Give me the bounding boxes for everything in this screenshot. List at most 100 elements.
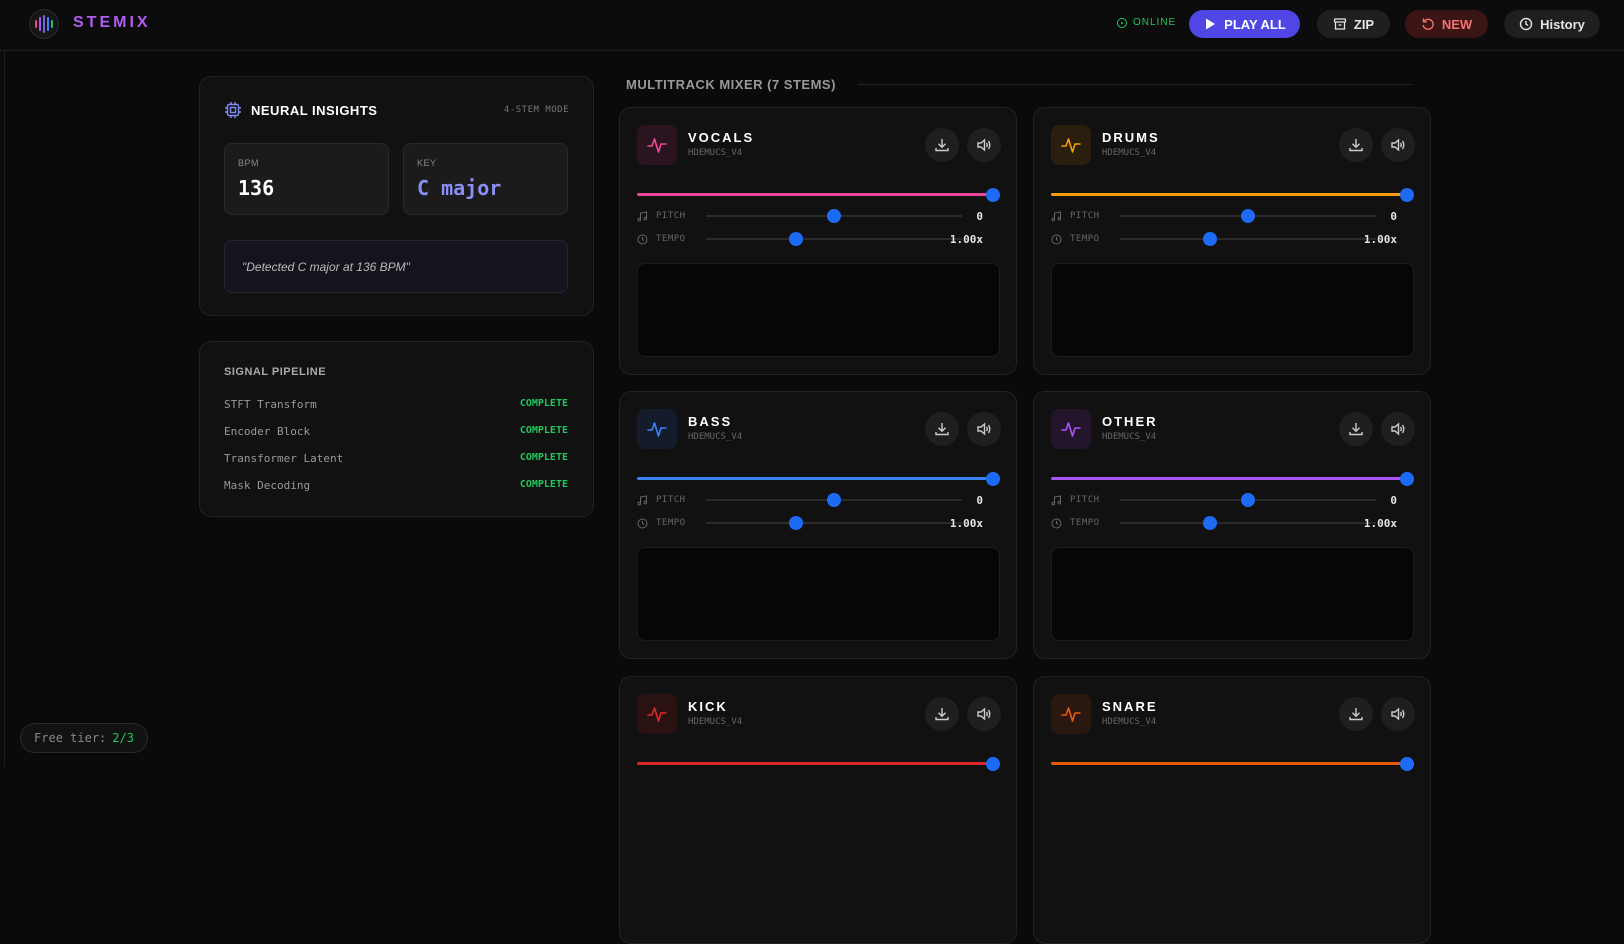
tempo-knob[interactable] — [788, 516, 803, 530]
bpm-label: BPM — [238, 158, 260, 168]
mute-button[interactable] — [1381, 128, 1415, 162]
mute-button[interactable] — [967, 412, 1001, 446]
play-all-button[interactable]: PLAY ALL — [1189, 10, 1300, 38]
download-button[interactable] — [1339, 128, 1373, 162]
stem-model: HDEMUCS_V4 — [688, 432, 743, 442]
volume-knob[interactable] — [1400, 188, 1414, 202]
waveform-icon — [1051, 694, 1091, 734]
tempo-knob[interactable] — [1202, 232, 1217, 246]
pitch-value: 0 — [976, 493, 983, 507]
zip-label: ZIP — [1353, 16, 1375, 32]
tempo-value: 1.00x — [949, 232, 983, 246]
zip-button[interactable]: ZIP — [1317, 10, 1390, 38]
tempo-knob[interactable] — [788, 232, 803, 246]
pitch-knob[interactable] — [1241, 493, 1255, 507]
mixer-divider — [857, 83, 1412, 85]
pitch-knob[interactable] — [827, 209, 841, 223]
volume-slider[interactable] — [637, 477, 993, 480]
download-icon — [934, 421, 950, 437]
pipeline-step: Transformer Latent COMPLETE — [224, 452, 568, 465]
history-label: History — [1540, 16, 1585, 32]
key-card: KEY C major — [403, 143, 568, 215]
neural-insights-panel: NEURAL INSIGHTS 4-STEM MODE BPM 136 KEY … — [199, 76, 594, 316]
waveform-display[interactable] — [637, 547, 1000, 641]
pitch-value: 0 — [1390, 209, 1397, 223]
step-status: COMPLETE — [519, 425, 568, 436]
volume-slider[interactable] — [1051, 762, 1407, 765]
bpm-card: BPM 136 — [224, 143, 389, 215]
reset-icon — [1422, 18, 1434, 30]
clock-icon — [1051, 234, 1070, 245]
volume-knob[interactable] — [986, 472, 1000, 486]
mute-button[interactable] — [967, 697, 1001, 731]
tempo-control: TEMPO 1.00x — [1051, 232, 1414, 246]
play-all-label: PLAY ALL — [1224, 16, 1286, 32]
cpu-icon — [225, 102, 241, 118]
tempo-slider[interactable] — [706, 516, 962, 530]
app-header: STEMIX ONLINE PLAY ALL ZIP NEW History — [0, 0, 1624, 51]
music-note-icon — [1051, 210, 1070, 222]
waveform-display[interactable] — [1051, 547, 1414, 641]
music-note-icon — [1051, 494, 1070, 506]
volume-slider[interactable] — [1051, 477, 1407, 480]
bpm-value: 136 — [238, 176, 275, 200]
stem-model: HDEMUCS_V4 — [1102, 432, 1157, 442]
download-button[interactable] — [925, 128, 959, 162]
stem-name: KICK — [688, 699, 728, 714]
insights-header: NEURAL INSIGHTS — [224, 101, 377, 119]
tempo-control: TEMPO 1.00x — [637, 516, 1000, 530]
tempo-slider[interactable] — [1120, 516, 1376, 530]
tempo-slider[interactable] — [706, 232, 962, 246]
pitch-slider[interactable] — [1120, 493, 1376, 507]
pitch-label: PITCH — [656, 211, 686, 221]
stem-name: OTHER — [1102, 414, 1158, 429]
stem-card: VOCALS HDEMUCS_V4 PITCH 0 TEMPO 1.00x — [619, 107, 1017, 375]
download-icon — [934, 706, 950, 722]
pitch-slider[interactable] — [706, 209, 962, 223]
download-button[interactable] — [1339, 412, 1373, 446]
pitch-knob[interactable] — [827, 493, 841, 507]
pitch-label: PITCH — [1070, 495, 1100, 505]
mute-button[interactable] — [1381, 412, 1415, 446]
download-button[interactable] — [925, 697, 959, 731]
brand-name: STEMIX — [73, 14, 151, 31]
mute-button[interactable] — [967, 128, 1001, 162]
mute-button[interactable] — [1381, 697, 1415, 731]
stem-card: KICK HDEMUCS_V4 — [619, 676, 1017, 944]
key-value: C major — [417, 176, 502, 200]
history-button[interactable]: History — [1504, 10, 1600, 38]
stem-model: HDEMUCS_V4 — [1102, 148, 1157, 158]
volume-knob[interactable] — [1400, 757, 1414, 771]
download-button[interactable] — [1339, 697, 1373, 731]
step-status: COMPLETE — [519, 479, 568, 490]
tempo-label: TEMPO — [1070, 518, 1100, 528]
volume-knob[interactable] — [1400, 472, 1414, 486]
stem-name: VOCALS — [688, 130, 755, 145]
new-button[interactable]: NEW — [1405, 10, 1488, 38]
download-icon — [934, 137, 950, 153]
volume-knob[interactable] — [986, 757, 1000, 771]
volume-slider[interactable] — [1051, 193, 1407, 196]
tempo-knob[interactable] — [1202, 516, 1217, 530]
pitch-knob[interactable] — [1241, 209, 1255, 223]
pitch-slider[interactable] — [1120, 209, 1376, 223]
download-button[interactable] — [925, 412, 959, 446]
tempo-label: TEMPO — [1070, 234, 1100, 244]
pipeline-step: Encoder Block COMPLETE — [224, 425, 568, 438]
waveform-icon — [1051, 409, 1091, 449]
step-name: Transformer Latent — [224, 452, 344, 465]
stem-name: SNARE — [1102, 699, 1158, 714]
tempo-control: TEMPO 1.00x — [637, 232, 1000, 246]
pitch-value: 0 — [976, 209, 983, 223]
waveform-display[interactable] — [1051, 263, 1414, 357]
stem-model: HDEMUCS_V4 — [688, 717, 743, 727]
pipeline-step: STFT Transform COMPLETE — [224, 398, 568, 411]
tempo-value: 1.00x — [1363, 232, 1397, 246]
volume-slider[interactable] — [637, 193, 993, 196]
waveform-display[interactable] — [637, 263, 1000, 357]
volume-knob[interactable] — [986, 188, 1000, 202]
pitch-slider[interactable] — [706, 493, 962, 507]
volume-slider[interactable] — [637, 762, 993, 765]
free-tier-label: Free tier: — [34, 731, 107, 745]
tempo-slider[interactable] — [1120, 232, 1376, 246]
